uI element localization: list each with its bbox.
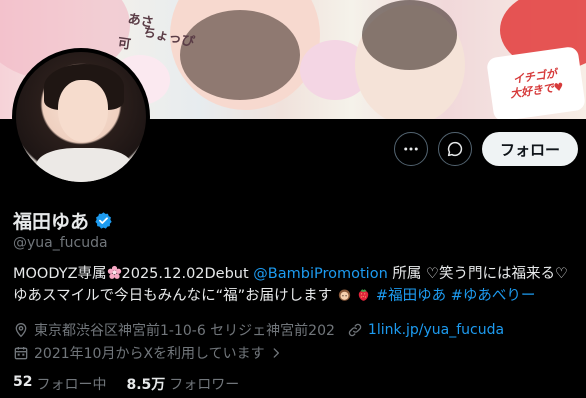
girl-face-icon — [338, 289, 350, 301]
profile-meta: 東京都渋谷区神宮前1-10-6 セリジェ神宮前202 1link.jp/yua_… — [13, 320, 504, 340]
followers-label[interactable]: フォロワー — [169, 374, 239, 394]
following-label[interactable]: フォロー中 — [36, 374, 106, 394]
banner-shape — [362, 0, 457, 70]
follow-stats: 52 フォロー中 8.5万 フォロワー — [13, 374, 259, 394]
banner-sticker: イチゴが 大好きで♥ — [485, 45, 586, 119]
location-icon — [13, 322, 29, 338]
bio-text: 2025.12.02Debut — [121, 266, 254, 282]
more-button[interactable] — [393, 132, 428, 166]
avatar[interactable] — [12, 48, 150, 186]
message-button[interactable] — [437, 132, 472, 166]
name-row: 福田ゆあ — [13, 207, 113, 234]
join-date-text: 2021年10月からXを利用しています — [34, 346, 265, 362]
location-text: 東京都渋谷区神宮前1-10-6 セリジェ神宮前202 — [34, 323, 335, 339]
cherry-blossom-icon — [107, 265, 121, 279]
user-handle: @yua_fucuda — [13, 235, 108, 251]
profile-actions: フォロー — [393, 132, 578, 166]
more-horizontal-icon — [404, 147, 418, 151]
chevron-right-icon — [269, 346, 283, 360]
bio-text: MOODYZ専属 — [13, 266, 107, 282]
join-date-row[interactable]: 2021年10月からXを利用しています — [13, 343, 288, 363]
followers-count[interactable]: 8.5万 — [126, 374, 165, 394]
verified-check-icon — [95, 212, 112, 229]
strawberry-icon — [359, 289, 369, 301]
banner-shape — [180, 10, 300, 100]
mention-link[interactable]: @BambiPromotion — [253, 266, 387, 282]
avatar-shirt — [36, 148, 132, 182]
banner-text: 可 — [116, 36, 132, 53]
verified-badge[interactable] — [94, 211, 113, 230]
hashtag-link[interactable]: #ゆあべりー — [451, 288, 536, 304]
link-icon — [347, 322, 363, 338]
avatar-face — [58, 80, 108, 142]
calendar-icon — [13, 345, 29, 361]
message-icon — [447, 141, 463, 157]
display-name: 福田ゆあ — [13, 211, 90, 233]
website-link[interactable]: 1link.jp/yua_fucuda — [368, 322, 504, 338]
hashtag-link[interactable]: #福田ゆあ — [376, 288, 446, 304]
bio: MOODYZ専属 2025.12.02Debut @BambiPromotion… — [13, 263, 573, 307]
follow-button[interactable]: フォロー — [481, 132, 578, 166]
following-count[interactable]: 52 — [13, 374, 32, 394]
